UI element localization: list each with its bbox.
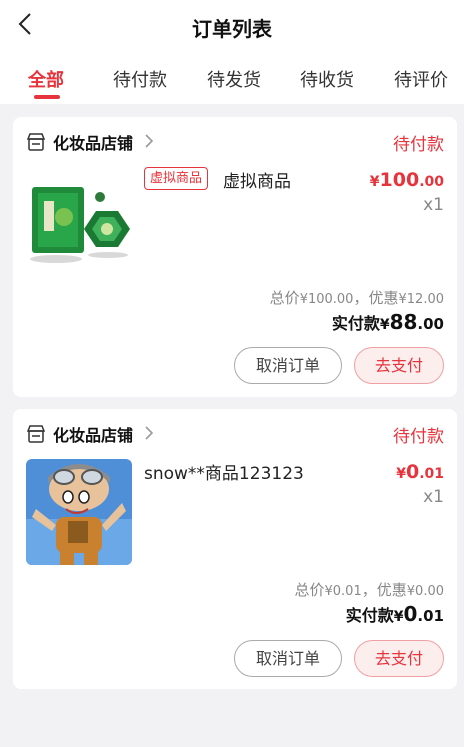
cancel-order-button[interactable]: 取消订单 (234, 347, 342, 384)
product-image[interactable] (26, 167, 132, 273)
product-price: ¥100.00 (369, 169, 444, 191)
product-quantity: x1 (423, 195, 444, 215)
tab-pending-shipment[interactable]: 待发货 (207, 66, 261, 96)
product-image[interactable] (26, 459, 132, 565)
chevron-right-icon[interactable] (143, 425, 155, 441)
tab-pending-review[interactable]: 待评价 (394, 66, 448, 96)
pay-button[interactable]: 去支付 (354, 347, 444, 384)
store-name[interactable]: 化妆品店铺 (53, 422, 133, 446)
paid-amount: 实付款¥88.00 (331, 310, 444, 334)
order-tabs: 全部 待付款 待发货 待收货 待评价 (0, 66, 464, 96)
tab-all[interactable]: 全部 (28, 66, 64, 96)
product-price: ¥0.01 (396, 461, 444, 483)
tab-pending-payment[interactable]: 待付款 (113, 66, 167, 96)
cancel-order-button[interactable]: 取消订单 (234, 640, 342, 677)
product-name[interactable]: 虚拟商品 (223, 167, 291, 192)
chevron-right-icon[interactable] (143, 133, 155, 149)
paid-amount: 实付款¥0.01 (345, 602, 444, 626)
green-gift-box-image (26, 167, 132, 273)
pay-button[interactable]: 去支付 (354, 640, 444, 677)
order-status: 待付款 (393, 427, 444, 447)
top-bar: 订单列表 全部 待付款 待发货 待收货 待评价 (0, 0, 464, 104)
product-quantity: x1 (423, 487, 444, 507)
order-summary: 总价¥0.01，优惠¥0.00 (294, 581, 444, 599)
cartoon-boy-pilot-image (26, 459, 132, 565)
product-tag: 虚拟商品 (144, 167, 209, 190)
page-title: 订单列表 (192, 17, 272, 41)
store-icon (26, 133, 46, 151)
order-summary: 总价¥100.00，优惠¥12.00 (269, 289, 444, 307)
order-card[interactable]: 化妆品店铺 待付款 snow**商品123123 ¥0.01 x1 总价¥0.0… (13, 409, 457, 689)
order-status: 待付款 (393, 135, 444, 155)
store-name[interactable]: 化妆品店铺 (53, 130, 133, 154)
order-card[interactable]: 化妆品店铺 待付款 虚拟商品 虚拟商品 ¥100.00 x1 总价¥100.00… (13, 117, 457, 397)
store-icon (26, 425, 46, 443)
active-tab-indicator (34, 95, 60, 99)
product-name[interactable]: snow**商品123123 (144, 459, 304, 484)
tab-pending-receipt[interactable]: 待收货 (300, 66, 354, 96)
